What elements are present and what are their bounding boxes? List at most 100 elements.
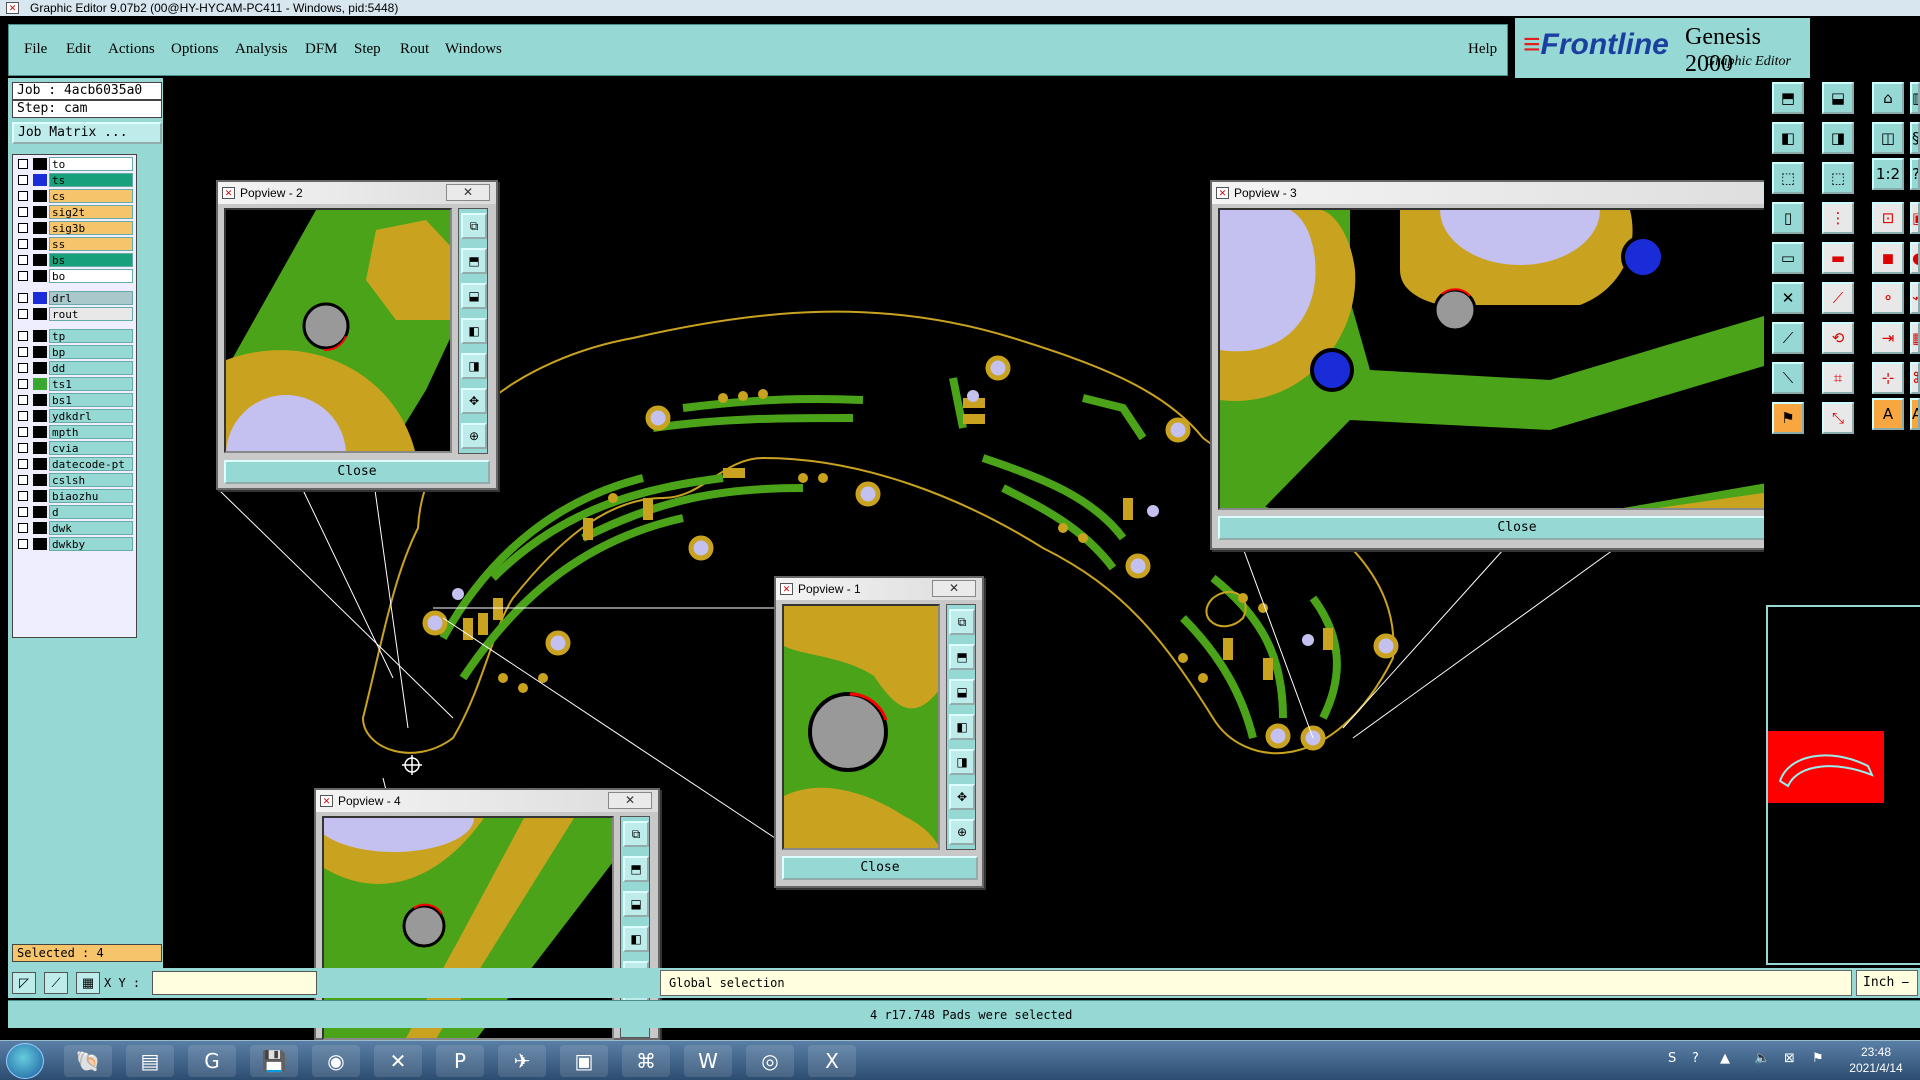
toolbar-tool-icon[interactable]: ● xyxy=(1910,242,1920,274)
layer-name[interactable]: dd xyxy=(49,361,133,375)
layer-checkbox[interactable] xyxy=(18,255,28,265)
menu-dfm[interactable]: DFM xyxy=(305,41,338,58)
layer-name[interactable]: ydkdrl xyxy=(49,409,133,423)
taskbar-clock[interactable]: 23:48 2021/4/14 xyxy=(1836,1044,1916,1076)
layer-name[interactable]: drl xyxy=(49,291,133,305)
toolbar-tool-icon[interactable]: ⊡ xyxy=(1872,202,1904,234)
arrow-up-icon[interactable]: ▲ xyxy=(1720,1051,1730,1066)
layer-name[interactable]: ts1 xyxy=(49,377,133,391)
layer-color-swatch[interactable] xyxy=(33,158,47,170)
layer-name[interactable]: dwk xyxy=(49,521,133,535)
layer-row-sig3b[interactable]: sig3b xyxy=(15,221,135,235)
popview-4-titlebar[interactable]: ✕ Popview - 4 ✕ xyxy=(316,790,658,812)
layer-row-dwk[interactable]: dwk xyxy=(15,521,135,535)
toolbar-tool-icon[interactable]: ⟋ xyxy=(1822,282,1854,314)
layer-color-swatch[interactable] xyxy=(33,270,47,282)
menu-step[interactable]: Step xyxy=(354,41,381,58)
popview-2-close-icon[interactable]: ✕ xyxy=(446,184,490,201)
grid-icon[interactable]: ▦ xyxy=(76,972,100,994)
toolbar-tool-icon[interactable]: ⟍ xyxy=(1772,362,1804,394)
layer-row-rout[interactable]: rout xyxy=(15,307,135,321)
layer-checkbox[interactable] xyxy=(18,491,28,501)
layer-checkbox[interactable] xyxy=(18,427,28,437)
layer-name[interactable]: rout xyxy=(49,307,133,321)
toolbar-tool-icon[interactable]: ◨ xyxy=(1822,122,1854,154)
popview-tool-icon[interactable]: ⬒ xyxy=(623,856,649,882)
layer-name[interactable]: bo xyxy=(49,269,133,283)
layer-name[interactable]: ts xyxy=(49,173,133,187)
layer-color-swatch[interactable] xyxy=(33,410,47,422)
layer-color-swatch[interactable] xyxy=(33,442,47,454)
help-tray-icon[interactable]: ? xyxy=(1692,1051,1699,1066)
layer-color-swatch[interactable] xyxy=(33,346,47,358)
popview-tool-icon[interactable]: ◨ xyxy=(461,353,487,379)
toolbar-tool-icon[interactable]: ◼ xyxy=(1872,242,1904,274)
layer-checkbox[interactable] xyxy=(18,347,28,357)
toolbar-tool-icon[interactable]: ◫ xyxy=(1872,122,1904,154)
layer-checkbox[interactable] xyxy=(18,459,28,469)
layer-color-swatch[interactable] xyxy=(33,394,47,406)
menu-windows[interactable]: Windows xyxy=(445,41,502,58)
layer-row-cslsh[interactable]: cslsh xyxy=(15,473,135,487)
toolbar-tool-icon[interactable]: ▬ xyxy=(1822,242,1854,274)
layer-checkbox[interactable] xyxy=(18,395,28,405)
taskbar-x-icon[interactable]: ✕ xyxy=(374,1045,422,1077)
layer-name[interactable]: sig3b xyxy=(49,221,133,235)
toolbar-tool-icon[interactable]: ▥ xyxy=(1910,82,1920,114)
toolbar-tool-icon[interactable]: ⌁ xyxy=(1910,282,1920,314)
snap-icon[interactable]: ◸ xyxy=(12,972,36,994)
layer-checkbox[interactable] xyxy=(18,271,28,281)
menu-help[interactable]: Help xyxy=(1468,41,1497,58)
layer-name[interactable]: bs xyxy=(49,253,133,267)
popview-tool-icon[interactable]: ◧ xyxy=(461,318,487,344)
layer-row-ts1[interactable]: ts1 xyxy=(15,377,135,391)
layer-checkbox[interactable] xyxy=(18,507,28,517)
layer-color-swatch[interactable] xyxy=(33,378,47,390)
layer-name[interactable]: bp xyxy=(49,345,133,359)
layer-name[interactable]: sig2t xyxy=(49,205,133,219)
popview-2-titlebar[interactable]: ✕ Popview - 2 ✕ xyxy=(218,182,496,204)
layer-checkbox[interactable] xyxy=(18,379,28,389)
layer-color-swatch[interactable] xyxy=(33,458,47,470)
popview-tool-icon[interactable]: ✥ xyxy=(949,784,975,810)
layer-row-sig2t[interactable]: sig2t xyxy=(15,205,135,219)
layer-color-swatch[interactable] xyxy=(33,308,47,320)
layer-checkbox[interactable] xyxy=(18,309,28,319)
units-select[interactable]: Inch ⎯ xyxy=(1856,970,1918,996)
overview-thumbnail[interactable] xyxy=(1768,731,1884,803)
layer-name[interactable]: biaozhu xyxy=(49,489,133,503)
layer-color-swatch[interactable] xyxy=(33,474,47,486)
layer-row-d[interactable]: d xyxy=(15,505,135,519)
toolbar-tool-icon[interactable]: ⋮ xyxy=(1822,202,1854,234)
tool-text-b[interactable]: A xyxy=(1910,398,1920,430)
popview-tool-icon[interactable]: ◨ xyxy=(949,749,975,775)
toolbar-tool-icon[interactable]: § xyxy=(1910,122,1920,154)
layer-name[interactable]: cvia xyxy=(49,441,133,455)
toolbar-tool-icon[interactable]: ⚑ xyxy=(1772,402,1804,434)
layer-row-cs[interactable]: cs xyxy=(15,189,135,203)
popview-tool-icon[interactable]: ◧ xyxy=(949,714,975,740)
measure-icon[interactable]: ⟋ xyxy=(44,972,68,994)
taskbar-g-icon[interactable]: G xyxy=(188,1045,236,1077)
layer-color-swatch[interactable] xyxy=(33,330,47,342)
layer-checkbox[interactable] xyxy=(18,363,28,373)
toolbar-tool-icon[interactable]: ⇥ xyxy=(1872,322,1904,354)
popview-2[interactable]: ✕ Popview - 2 ✕ ⧉ ⬒ ⬓ ◧ ◨ ✥ ⊕ Close xyxy=(216,180,498,490)
layer-name[interactable]: cs xyxy=(49,189,133,203)
layer-row-cvia[interactable]: cvia xyxy=(15,441,135,455)
xy-input[interactable] xyxy=(152,971,317,995)
layer-row-bs[interactable]: bs xyxy=(15,253,135,267)
popview-1-close-icon[interactable]: ✕ xyxy=(932,580,976,597)
popview-tool-icon[interactable]: ⬓ xyxy=(461,283,487,309)
layer-color-swatch[interactable] xyxy=(33,206,47,218)
layer-row-to[interactable]: to xyxy=(15,157,135,171)
toolbar-tool-icon[interactable]: ✕ xyxy=(1772,282,1804,314)
layer-color-swatch[interactable] xyxy=(33,538,47,550)
menu-actions[interactable]: Actions xyxy=(108,41,155,58)
network-icon[interactable]: ⊠ xyxy=(1784,1051,1795,1066)
menu-analysis[interactable]: Analysis xyxy=(235,41,288,58)
layer-row-ydkdrl[interactable]: ydkdrl xyxy=(15,409,135,423)
popview-tool-icon[interactable]: ◧ xyxy=(623,926,649,952)
layer-color-swatch[interactable] xyxy=(33,238,47,250)
menu-rout[interactable]: Rout xyxy=(400,41,429,58)
